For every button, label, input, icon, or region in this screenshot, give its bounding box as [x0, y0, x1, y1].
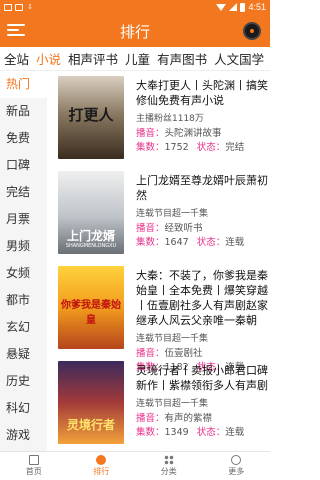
- sidebar-item[interactable]: 新品: [0, 98, 47, 125]
- signal-icon: [229, 3, 238, 11]
- episodes-value: 1752: [164, 142, 189, 153]
- host-label: 播音：: [136, 413, 165, 424]
- sidebar-item[interactable]: 男频: [0, 233, 47, 260]
- tab-category[interactable]: 全站: [0, 49, 32, 68]
- status-bar: ⇩ 4:51: [0, 0, 270, 14]
- book-item[interactable]: 上门龙婿 SHANGMENLONGXU 上门龙婿至尊龙婿叶辰萧初然连载节目超一千集播…: [47, 166, 270, 258]
- cover-title: 上门龙婿: [66, 229, 115, 243]
- episodes-value: 1647: [164, 237, 189, 248]
- more-icon: [231, 455, 242, 465]
- home-icon: [28, 455, 39, 465]
- sidebar-item[interactable]: 都市: [0, 287, 47, 314]
- music-disc-icon[interactable]: [243, 22, 261, 40]
- status-label: 状态：: [196, 142, 226, 153]
- page-title: 排行: [119, 24, 150, 41]
- nav-item[interactable]: 排行: [68, 452, 136, 480]
- episodes-label: 集数：: [136, 427, 165, 438]
- episodes-label: 集数：: [136, 142, 165, 153]
- sidebar-item[interactable]: 女频: [0, 260, 47, 287]
- category-tabs: 全站 小说 相声评书 儿童 有声图书 人文国学: [0, 47, 270, 71]
- book-host: 播音：经致听书: [136, 220, 268, 234]
- book-meta: 集数：1349 状态：连载: [136, 424, 268, 438]
- download-icon: ⇩: [27, 3, 33, 11]
- book-cover[interactable]: 上门龙婿 SHANGMENLONGXU: [58, 171, 124, 254]
- cover-subtitle: SHANGMENLONGXU: [65, 243, 117, 249]
- book-cover[interactable]: 灵境行者: [58, 361, 124, 444]
- nav-label: 分类: [160, 467, 177, 476]
- episodes-label: 集数：: [136, 237, 165, 248]
- clock: 4:51: [248, 2, 266, 12]
- tab-category[interactable]: 儿童: [121, 49, 153, 68]
- tab-category[interactable]: 有声图书: [153, 49, 210, 68]
- book-title[interactable]: 大秦：不装了，你爹我是秦始皇丨全本免费丨爆笑穿越丨伍壹剧社多人有声剧赵家继承人风…: [136, 268, 268, 328]
- wifi-icon: [216, 3, 227, 11]
- status-value: 连载: [225, 237, 245, 248]
- cover-title: 你爹我是秦始皇: [61, 300, 121, 326]
- bottom-nav: 首页 排行 分类 更多: [0, 451, 270, 480]
- tab-category[interactable]: 相声评书: [64, 49, 121, 68]
- nav-item[interactable]: 更多: [203, 452, 271, 480]
- book-host: 播音：有声的紫襟: [136, 410, 268, 424]
- nav-item[interactable]: 首页: [0, 452, 68, 480]
- rank-icon: [96, 455, 107, 465]
- book-title[interactable]: 灵境行者丨卖报小郎君口碑新作丨紫襟领衔多人有声剧: [136, 363, 268, 393]
- nav-item[interactable]: 分类: [135, 452, 203, 480]
- book-title[interactable]: 大奉打更人丨头陀渊丨搞笑修仙免费有声小说: [136, 78, 268, 108]
- host-value: 经致听书: [164, 223, 203, 234]
- sidebar-item[interactable]: 完结: [0, 179, 47, 206]
- book-item[interactable]: 你爹我是秦始皇 大秦：不装了，你爹我是秦始皇丨全本免费丨爆笑穿越丨伍壹剧社多人有声…: [47, 261, 270, 373]
- nav-label: 更多: [228, 467, 245, 476]
- notification-icon: [4, 3, 12, 11]
- sidebar-item[interactable]: 免费: [0, 125, 47, 152]
- cover-title: 灵境行者: [66, 418, 115, 432]
- sidebar-item[interactable]: 悬疑: [0, 341, 47, 368]
- status-value: 连载: [225, 427, 245, 438]
- book-item[interactable]: 灵境行者 灵境行者丨卖报小郎君口碑新作丨紫襟领衔多人有声剧连载节目超一千集 播音：有…: [47, 356, 270, 448]
- status-label: 状态：: [196, 427, 226, 438]
- book-host: 播音：头陀渊讲故事: [136, 125, 268, 139]
- host-label: 播音：: [136, 128, 165, 139]
- book-cover[interactable]: 打更人: [58, 76, 124, 159]
- book-title[interactable]: 上门龙婿至尊龙婿叶辰萧初然: [136, 173, 268, 203]
- nav-label: 首页: [25, 467, 42, 476]
- battery-icon: [240, 2, 246, 12]
- book-author: 连载节目超一千集: [136, 399, 209, 409]
- sidebar-item[interactable]: 历史: [0, 368, 47, 395]
- rank-sidebar: 热门新品免费口碑完结月票男频女频都市玄幻悬疑历史科幻游戏现言古言: [0, 71, 47, 469]
- status-label: 状态：: [196, 237, 226, 248]
- tab-category[interactable]: 人文国学: [210, 49, 267, 68]
- host-label: 播音：: [136, 223, 165, 234]
- tab-category[interactable]: 小说: [32, 49, 64, 68]
- sidebar-item[interactable]: 月票: [0, 206, 47, 233]
- category-icon: [163, 455, 174, 465]
- sidebar-item[interactable]: 热门: [0, 71, 47, 98]
- book-author: 连载节目超一千集: [136, 209, 209, 219]
- book-item[interactable]: 打更人 大奉打更人丨头陀渊丨搞笑修仙免费有声小说主播粉丝1118万 播音：头陀渊讲故…: [47, 71, 270, 163]
- sidebar-item[interactable]: 口碑: [0, 152, 47, 179]
- book-author: 连载节目超一千集: [136, 334, 209, 344]
- book-cover[interactable]: 你爹我是秦始皇: [58, 266, 124, 349]
- book-author: 主播粉丝1118万: [136, 114, 204, 124]
- episodes-value: 1349: [164, 427, 189, 438]
- status-value: 完结: [225, 142, 245, 153]
- sidebar-item[interactable]: 游戏: [0, 422, 47, 449]
- cover-title: 打更人: [68, 106, 114, 124]
- sidebar-item[interactable]: 玄幻: [0, 314, 47, 341]
- app-header: 排行: [0, 14, 270, 47]
- book-meta: 集数：1647 状态：连载: [136, 234, 268, 248]
- image-icon: [15, 3, 23, 11]
- host-value: 头陀渊讲故事: [164, 128, 222, 139]
- sidebar-item[interactable]: 科幻: [0, 395, 47, 422]
- book-meta: 集数：1752 状态：完结: [136, 139, 268, 153]
- book-list: 打更人 大奉打更人丨头陀渊丨搞笑修仙免费有声小说 主播粉丝1118万 播音：头陀渊讲故…: [47, 71, 270, 451]
- host-value: 有声的紫襟: [164, 413, 213, 424]
- nav-label: 排行: [93, 467, 110, 476]
